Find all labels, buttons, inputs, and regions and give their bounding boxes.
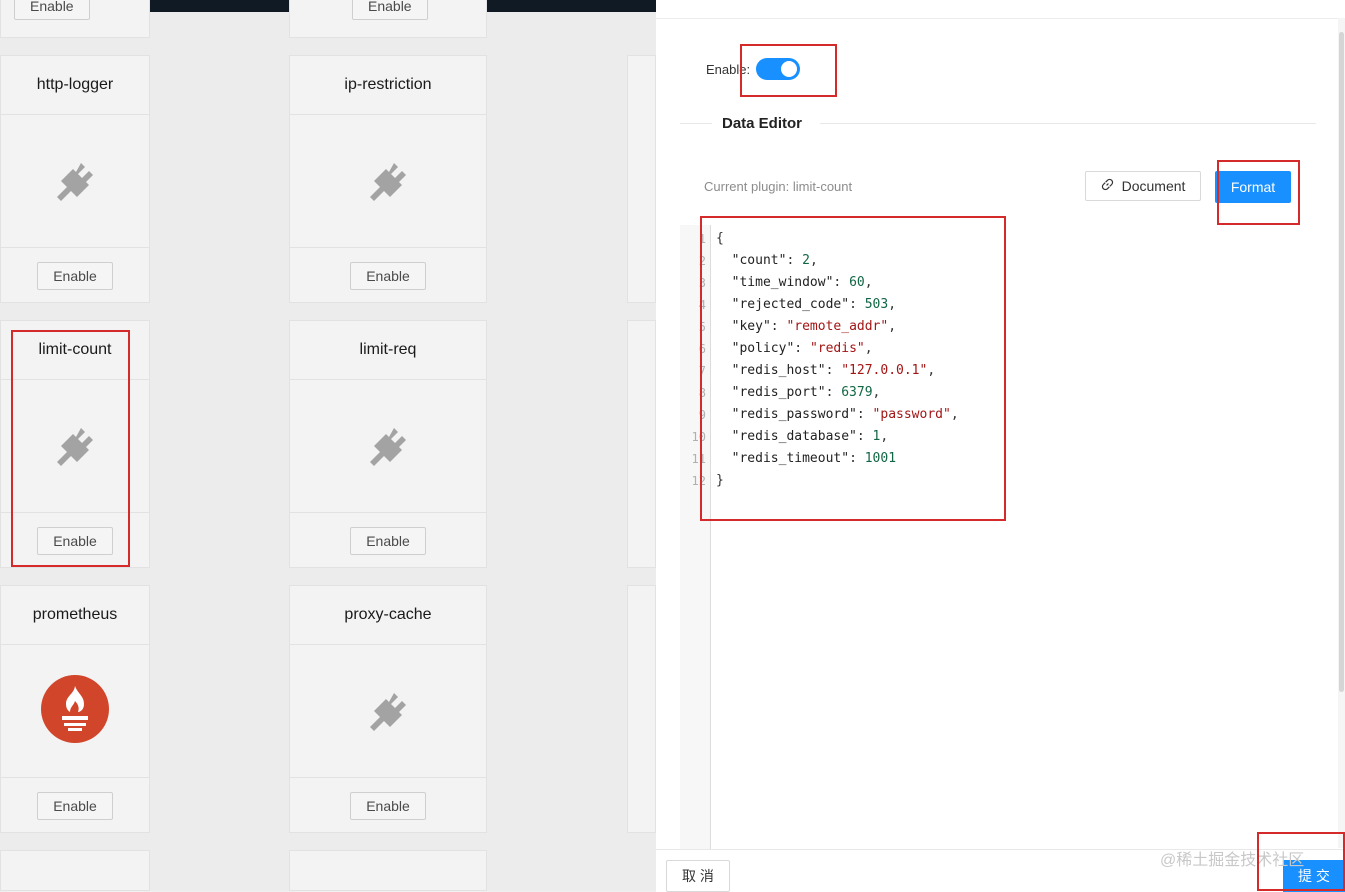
enable-button[interactable]: Enable: [14, 0, 90, 20]
line-number: 12: [691, 474, 706, 488]
current-plugin-label: Current plugin: limit-count: [704, 179, 853, 194]
code-line: "redis_password": "password",: [731, 407, 959, 422]
enable-button[interactable]: Enable: [37, 527, 113, 555]
plug-icon: [364, 157, 412, 205]
format-button[interactable]: Format: [1215, 171, 1291, 203]
plugin-card: limit-count Enable: [0, 320, 150, 568]
plugin-card-partial: [0, 850, 150, 891]
code-line: "policy": "redis",: [731, 341, 873, 356]
line-number: 4: [698, 298, 706, 312]
enable-button[interactable]: Enable: [350, 262, 426, 290]
enable-button[interactable]: Enable: [37, 262, 113, 290]
plugin-card-partial: [627, 320, 656, 568]
data-editor-divider: Data Editor: [680, 112, 1316, 136]
code-line: "redis_port": 6379,: [731, 385, 881, 400]
enable-switch[interactable]: [756, 58, 801, 80]
enable-button[interactable]: Enable: [350, 527, 426, 555]
enable-row: Enable:: [706, 58, 801, 80]
switch-knob: [781, 61, 798, 77]
watermark: @稀土掘金技术社区: [1160, 852, 1305, 869]
plugin-card-title: prometheus: [1, 586, 149, 645]
plugin-drawer: Enable: Data Editor Current plugin: limi…: [656, 0, 1345, 892]
scrollbar-thumb[interactable]: [1339, 32, 1344, 692]
code-line: }: [716, 473, 724, 488]
plugin-card-title: ip-restriction: [290, 56, 486, 115]
line-number: 3: [698, 276, 706, 290]
enable-button[interactable]: Enable: [37, 792, 113, 820]
line-number: 7: [698, 364, 706, 378]
plugin-card-partial: [627, 585, 656, 833]
enable-button[interactable]: Enable: [350, 792, 426, 820]
code-line: "redis_timeout": 1001: [731, 451, 897, 466]
enable-button[interactable]: Enable: [352, 0, 428, 20]
enable-label: Enable:: [706, 61, 751, 77]
line-number: 5: [698, 320, 706, 334]
plug-icon: [364, 422, 412, 470]
document-button[interactable]: Document: [1085, 171, 1201, 201]
plugin-card-partial: [627, 55, 656, 303]
line-number: 2: [698, 254, 706, 268]
plugin-card-title: proxy-cache: [290, 586, 486, 645]
plug-icon: [364, 687, 412, 735]
code-line: "redis_database": 1,: [731, 429, 889, 444]
plugin-card-title: http-logger: [1, 56, 149, 115]
plugin-card-title: limit-count: [1, 321, 149, 380]
section-title: Data Editor: [722, 115, 803, 132]
drawer-header-divider: [656, 18, 1345, 19]
line-number: 9: [698, 408, 706, 422]
card-partial-1: Enable: [0, 0, 150, 38]
plugin-card-partial: [289, 850, 487, 891]
plugin-card: proxy-cache Enable: [289, 585, 487, 833]
code-line: {: [716, 231, 724, 246]
line-number: 1: [698, 232, 706, 246]
line-number-gutter: 1 2 3 4 5 6 7 8 9 10 11 12: [680, 225, 711, 849]
code-line: "redis_host": "127.0.0.1",: [731, 363, 936, 378]
code-line: "rejected_code": 503,: [731, 297, 897, 312]
line-number: 8: [698, 386, 706, 400]
plugin-card: http-logger Enable: [0, 55, 150, 303]
card-partial-2: Enable: [289, 0, 487, 38]
cancel-button[interactable]: 取 消: [666, 860, 730, 892]
code-line: "time_window": 60,: [731, 275, 873, 290]
plugin-card: prometheus Enable: [0, 585, 150, 833]
prometheus-logo-icon: [40, 674, 110, 749]
plug-icon: [51, 422, 99, 470]
code-line: "key": "remote_addr",: [731, 319, 897, 334]
line-number: 10: [691, 430, 706, 444]
plugin-card: limit-req Enable: [289, 320, 487, 568]
plug-icon: [51, 157, 99, 205]
line-number: 6: [698, 342, 706, 356]
plugin-card-title: limit-req: [290, 321, 486, 380]
code-editor[interactable]: 1 2 3 4 5 6 7 8 9 10 11 12 { "count": 2,…: [680, 225, 1316, 849]
plugin-card: ip-restriction Enable: [289, 55, 487, 303]
line-number: 11: [691, 452, 706, 466]
code-line: "count": 2,: [731, 253, 818, 268]
link-icon: [1101, 178, 1114, 194]
document-button-label: Document: [1121, 178, 1186, 194]
